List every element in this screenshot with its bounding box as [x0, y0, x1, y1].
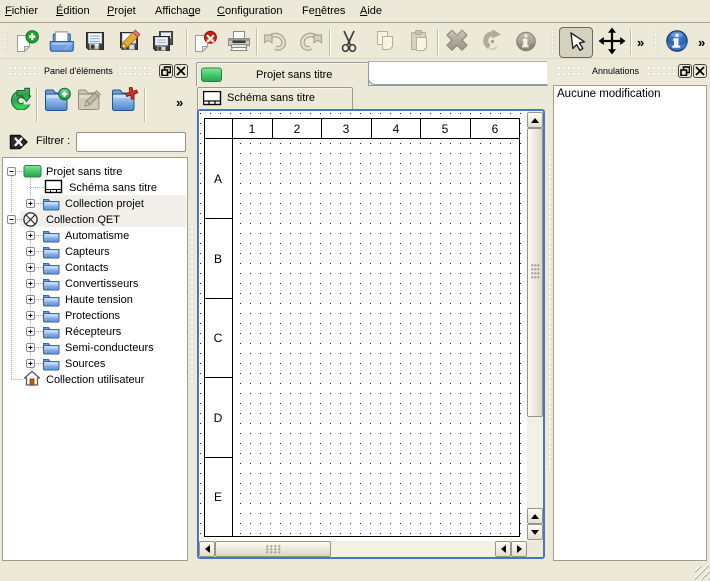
svg-text:Protections: Protections — [65, 310, 121, 322]
svg-text:2: 2 — [294, 122, 301, 136]
svg-text:5: 5 — [442, 122, 449, 136]
svg-text:Automatisme: Automatisme — [65, 230, 129, 242]
svg-text:3: 3 — [343, 122, 350, 136]
svg-text:D: D — [214, 411, 223, 425]
svg-text:Convertisseurs: Convertisseurs — [65, 278, 139, 290]
svg-text:Projet sans titre: Projet sans titre — [46, 166, 122, 178]
svg-text:Récepteurs: Récepteurs — [65, 326, 122, 338]
svg-text:1: 1 — [249, 122, 256, 136]
svg-text:B: B — [214, 252, 222, 266]
svg-text:Collection projet: Collection projet — [65, 198, 144, 210]
svg-text:Haute tension: Haute tension — [65, 294, 133, 306]
svg-text:Semi-conducteurs: Semi-conducteurs — [65, 342, 154, 354]
svg-text:Schéma sans titre: Schéma sans titre — [69, 182, 157, 194]
svg-text:E: E — [214, 490, 222, 504]
svg-text:Contacts: Contacts — [65, 262, 109, 274]
svg-text:6: 6 — [492, 122, 499, 136]
svg-text:C: C — [214, 331, 223, 345]
svg-text:A: A — [214, 172, 222, 186]
svg-text:4: 4 — [393, 122, 400, 136]
svg-text:Capteurs: Capteurs — [65, 246, 110, 258]
svg-text:Collection QET: Collection QET — [46, 214, 120, 226]
svg-text:Sources: Sources — [65, 358, 106, 370]
svg-text:Collection utilisateur: Collection utilisateur — [46, 374, 145, 386]
